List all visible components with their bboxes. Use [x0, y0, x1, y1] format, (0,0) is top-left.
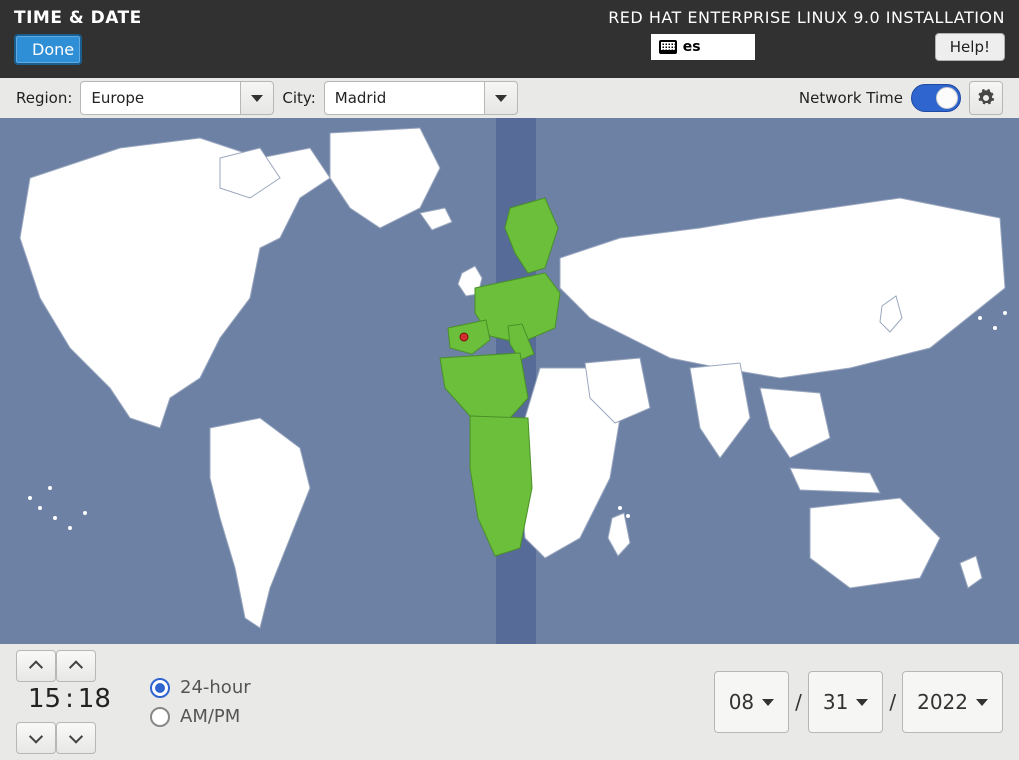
chevron-up-icon	[29, 660, 43, 674]
header-left: TIME & DATE Done	[14, 8, 142, 70]
date-separator-2: /	[889, 690, 896, 714]
minutes-up-button[interactable]	[56, 650, 96, 682]
radio-ampm[interactable]: AM/PM	[150, 706, 251, 727]
chevron-down-icon	[251, 95, 263, 102]
city-value[interactable]: Madrid	[324, 81, 484, 115]
time-display: 15 : 18	[28, 684, 111, 714]
keyboard-layout-label: es	[683, 39, 701, 55]
network-time-label: Network Time	[799, 89, 903, 107]
radio-ampm-label: AM/PM	[180, 706, 240, 727]
radio-icon	[150, 678, 170, 698]
month-value: 08	[729, 690, 754, 714]
chevron-down-icon	[29, 730, 43, 744]
keyboard-icon	[659, 40, 677, 54]
south-america	[210, 418, 310, 628]
page-title: TIME & DATE	[14, 8, 142, 28]
timezone-toolbar: Region: Europe City: Madrid Network Time	[0, 78, 1019, 118]
chevron-down-icon	[69, 730, 83, 744]
radio-24-hour-label: 24-hour	[180, 677, 251, 698]
chevron-up-icon	[69, 660, 83, 674]
city-combobox[interactable]: Madrid	[324, 81, 518, 115]
hours-up-button[interactable]	[16, 650, 56, 682]
bottom-bar: 15 : 18 24-hour AM/PM 08 / 31 / 2022	[0, 644, 1019, 760]
network-time-toggle[interactable]	[911, 84, 961, 112]
year-select[interactable]: 2022	[902, 671, 1003, 733]
chevron-down-icon	[495, 95, 507, 102]
selected-scandinavia	[505, 198, 558, 273]
time-hours: 15	[28, 684, 61, 714]
selected-north-africa	[440, 353, 528, 418]
north-america	[20, 138, 330, 428]
date-group: 08 / 31 / 2022	[714, 671, 1003, 733]
month-select[interactable]: 08	[714, 671, 789, 733]
time-minutes: 18	[78, 684, 111, 714]
region-label: Region:	[16, 89, 72, 107]
region-dropdown-button[interactable]	[240, 81, 274, 115]
time-separator: :	[61, 684, 78, 714]
date-separator-1: /	[795, 690, 802, 714]
madagascar	[608, 513, 630, 556]
chevron-down-icon	[856, 699, 868, 706]
chevron-down-icon	[762, 699, 774, 706]
timezone-map[interactable]	[0, 118, 1019, 644]
region-value[interactable]: Europe	[80, 81, 240, 115]
new-zealand	[960, 556, 982, 588]
chevron-down-icon	[976, 699, 988, 706]
day-value: 31	[823, 690, 848, 714]
iceland	[420, 208, 452, 230]
header-right: RED HAT ENTERPRISE LINUX 9.0 INSTALLATIO…	[608, 8, 1005, 70]
help-button[interactable]: Help!	[935, 33, 1005, 61]
radio-icon	[150, 707, 170, 727]
minutes-down-button[interactable]	[56, 722, 96, 754]
year-value: 2022	[917, 690, 968, 714]
day-select[interactable]: 31	[808, 671, 883, 733]
radio-24-hour[interactable]: 24-hour	[150, 677, 251, 698]
europe-east	[560, 198, 1005, 378]
done-button[interactable]: Done	[14, 34, 82, 65]
header-actions: es Help!	[651, 33, 1005, 61]
selected-city-pin	[460, 333, 468, 341]
world-map-svg	[0, 118, 1019, 644]
india	[690, 363, 750, 458]
product-label: RED HAT ENTERPRISE LINUX 9.0 INSTALLATIO…	[608, 8, 1005, 27]
gear-icon	[977, 89, 995, 107]
ntp-settings-button[interactable]	[969, 81, 1003, 115]
header: TIME & DATE Done RED HAT ENTERPRISE LINU…	[0, 0, 1019, 78]
switch-knob	[936, 87, 958, 109]
hours-down-button[interactable]	[16, 722, 56, 754]
region-combobox[interactable]: Europe	[80, 81, 274, 115]
se-asia	[760, 388, 830, 458]
selected-spain	[448, 320, 490, 354]
city-label: City:	[282, 89, 315, 107]
city-dropdown-button[interactable]	[484, 81, 518, 115]
indonesia	[790, 468, 880, 493]
time-format-group: 24-hour AM/PM	[150, 677, 251, 727]
australia	[810, 498, 940, 588]
keyboard-layout-indicator[interactable]: es	[651, 34, 755, 60]
selected-central-africa	[470, 416, 532, 556]
